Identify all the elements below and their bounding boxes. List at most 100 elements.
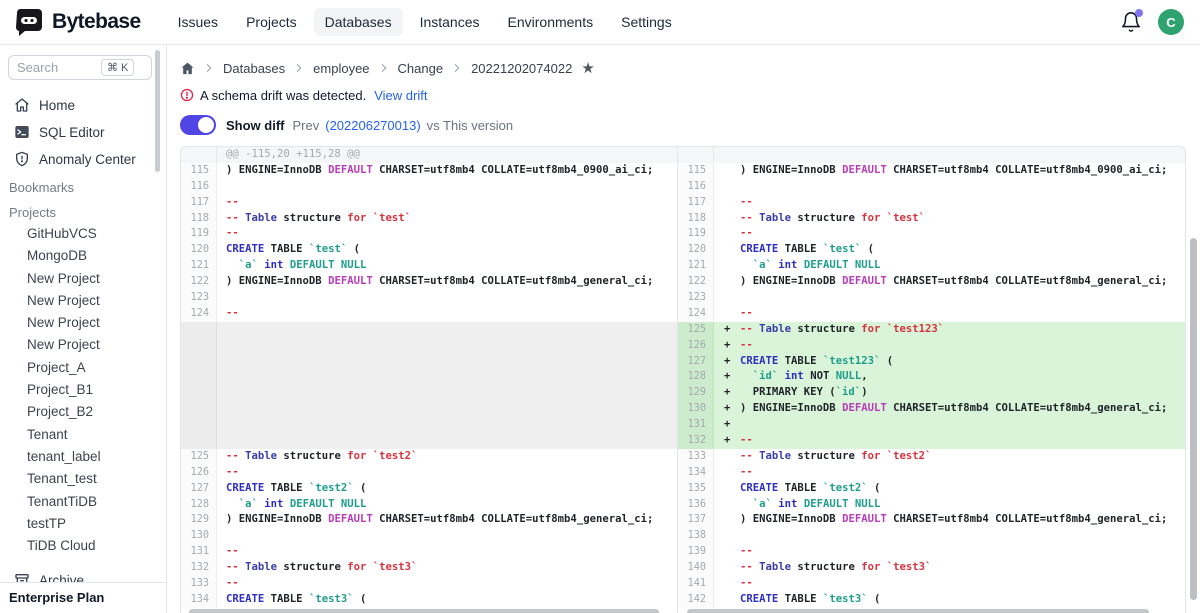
diff-row: 132-- Table structure for `test3` bbox=[181, 560, 677, 576]
nav-item-issues[interactable]: Issues bbox=[167, 8, 229, 36]
plan-badge[interactable]: Enterprise Plan bbox=[0, 582, 166, 613]
terminal-icon bbox=[14, 124, 30, 140]
sidebar-item-anomaly-center[interactable]: Anomaly Center bbox=[4, 146, 162, 172]
prev-version-link[interactable]: (202206270013) bbox=[325, 118, 420, 133]
sidebar-item-label: SQL Editor bbox=[39, 125, 105, 140]
sidebar-scrollbar[interactable] bbox=[155, 50, 160, 172]
sidebar-project-item[interactable]: MongoDB bbox=[0, 245, 166, 267]
diff-row: 126-- bbox=[181, 465, 677, 481]
diff-row: 125-- Table structure for `test2` bbox=[181, 449, 677, 465]
breadcrumb-item-databases[interactable]: Databases bbox=[223, 61, 285, 76]
sidebar-project-item[interactable]: New Project bbox=[0, 268, 166, 290]
sidebar-item-sql-editor[interactable]: SQL Editor bbox=[4, 119, 162, 145]
schema-drift-alert: A schema drift was detected. View drift bbox=[180, 86, 1200, 104]
diff-row: 134-- bbox=[678, 465, 1185, 481]
chevron-right-icon bbox=[204, 63, 214, 73]
sidebar-project-item[interactable]: GitHubVCS bbox=[0, 223, 166, 245]
diff-row: 123 bbox=[181, 290, 677, 306]
diff-row: 128 `a` int DEFAULT NULL bbox=[181, 497, 677, 513]
prev-label: Prev bbox=[293, 118, 320, 133]
sidebar-project-item[interactable]: tenant_label bbox=[0, 446, 166, 468]
sidebar-project-item[interactable]: testTP bbox=[0, 513, 166, 535]
diff-row: 122) ENGINE=InnoDB DEFAULT CHARSET=utf8m… bbox=[678, 274, 1185, 290]
diff-row: 130 bbox=[181, 528, 677, 544]
show-diff-toggle[interactable] bbox=[180, 115, 216, 135]
sidebar-project-item[interactable]: Project_B2 bbox=[0, 401, 166, 423]
breadcrumb-item-version[interactable]: 20221202074022 bbox=[471, 61, 572, 76]
sidebar-project-item[interactable]: Tenant bbox=[0, 424, 166, 446]
diff-row: 141-- bbox=[678, 576, 1185, 592]
primary-nav: IssuesProjectsDatabasesInstancesEnvironm… bbox=[167, 8, 683, 36]
horizontal-scrollbar-right[interactable] bbox=[687, 609, 1149, 613]
diff-row: 118-- Table structure for `test` bbox=[678, 211, 1185, 227]
diff-row: 133-- Table structure for `test2` bbox=[678, 449, 1185, 465]
diff-row: 131+ bbox=[678, 417, 1185, 433]
diff-row: 126+-- bbox=[678, 338, 1185, 354]
diff-row: 139-- bbox=[678, 544, 1185, 560]
diff-row bbox=[181, 401, 677, 417]
diff-row: 121 `a` int DEFAULT NULL bbox=[678, 258, 1185, 274]
view-drift-link[interactable]: View drift bbox=[374, 88, 427, 103]
diff-row bbox=[678, 147, 1185, 163]
chevron-right-icon bbox=[379, 63, 389, 73]
projects-section-label: Projects bbox=[0, 198, 166, 223]
chevron-right-icon bbox=[294, 63, 304, 73]
breadcrumb-item-database[interactable]: employee bbox=[313, 61, 369, 76]
diff-pane-right: 115) ENGINE=InnoDB DEFAULT CHARSET=utf8m… bbox=[677, 147, 1185, 613]
diff-row: 115) ENGINE=InnoDB DEFAULT CHARSET=utf8m… bbox=[678, 163, 1185, 179]
diff-row bbox=[181, 433, 677, 449]
search-shortcut-badge: ⌘ K bbox=[101, 59, 134, 76]
diff-row: 124-- bbox=[678, 306, 1185, 322]
diff-row bbox=[181, 369, 677, 385]
search-input[interactable] bbox=[17, 60, 97, 75]
diff-row: 121 `a` int DEFAULT NULL bbox=[181, 258, 677, 274]
sidebar-project-item[interactable]: TiDB Cloud bbox=[0, 535, 166, 557]
diff-row: 130+) ENGINE=InnoDB DEFAULT CHARSET=utf8… bbox=[678, 401, 1185, 417]
breadcrumb: Databases employee Change 20221202074022… bbox=[180, 57, 1200, 79]
nav-item-databases[interactable]: Databases bbox=[314, 8, 403, 36]
breadcrumb-home-icon[interactable] bbox=[180, 61, 195, 76]
bookmarks-section-label: Bookmarks bbox=[0, 173, 166, 198]
main-content: Databases employee Change 20221202074022… bbox=[167, 45, 1200, 613]
shield-icon bbox=[14, 151, 30, 167]
diff-row: 115) ENGINE=InnoDB DEFAULT CHARSET=utf8m… bbox=[181, 163, 677, 179]
sidebar-project-item[interactable]: Project_B1 bbox=[0, 379, 166, 401]
sidebar-item-label: Home bbox=[39, 98, 75, 113]
sidebar-project-item[interactable]: New Project bbox=[0, 290, 166, 312]
breadcrumb-item-change[interactable]: Change bbox=[398, 61, 444, 76]
home-icon bbox=[14, 97, 30, 113]
horizontal-scrollbar-left[interactable] bbox=[189, 609, 659, 613]
diff-row bbox=[181, 354, 677, 370]
diff-row: 120CREATE TABLE `test` ( bbox=[181, 242, 677, 258]
bytebase-logo[interactable]: Bytebase bbox=[14, 7, 141, 37]
nav-item-settings[interactable]: Settings bbox=[610, 8, 683, 36]
sidebar-project-item[interactable]: Project_A bbox=[0, 357, 166, 379]
sidebar-item-label: Anomaly Center bbox=[39, 152, 136, 167]
page-vertical-scrollbar[interactable] bbox=[1190, 238, 1197, 600]
avatar[interactable]: C bbox=[1158, 9, 1184, 35]
sidebar-project-item[interactable]: New Project bbox=[0, 312, 166, 334]
diff-row: 122) ENGINE=InnoDB DEFAULT CHARSET=utf8m… bbox=[181, 274, 677, 290]
diff-row: 127+CREATE TABLE `test123` ( bbox=[678, 354, 1185, 370]
diff-row: 135CREATE TABLE `test2` ( bbox=[678, 481, 1185, 497]
diff-row: 142CREATE TABLE `test3` ( bbox=[678, 592, 1185, 608]
sidebar-project-item[interactable]: TenantTiDB bbox=[0, 491, 166, 513]
diff-row: 133-- bbox=[181, 576, 677, 592]
search-box[interactable]: ⌘ K bbox=[8, 55, 152, 80]
diff-row: 136 `a` int DEFAULT NULL bbox=[678, 497, 1185, 513]
diff-row: 131-- bbox=[181, 544, 677, 560]
sidebar-project-item[interactable]: Tenant_test bbox=[0, 468, 166, 490]
diff-toolbar: Show diff Prev (202206270013) vs This ve… bbox=[180, 114, 1200, 136]
diff-panel: @@ -115,20 +115,28 @@115) ENGINE=InnoDB … bbox=[180, 146, 1186, 613]
nav-item-projects[interactable]: Projects bbox=[235, 8, 308, 36]
nav-item-instances[interactable]: Instances bbox=[409, 8, 491, 36]
sidebar-project-item[interactable]: New Project bbox=[0, 334, 166, 356]
brand-name: Bytebase bbox=[52, 10, 141, 34]
notification-bell-icon[interactable] bbox=[1120, 11, 1142, 33]
diff-row: 117-- bbox=[181, 195, 677, 211]
sidebar-item-home[interactable]: Home bbox=[4, 92, 162, 118]
bookmark-star-icon[interactable]: ★ bbox=[581, 61, 594, 76]
diff-row: 129+ PRIMARY KEY (`id`) bbox=[678, 385, 1185, 401]
nav-item-environments[interactable]: Environments bbox=[497, 8, 605, 36]
diff-row bbox=[181, 385, 677, 401]
